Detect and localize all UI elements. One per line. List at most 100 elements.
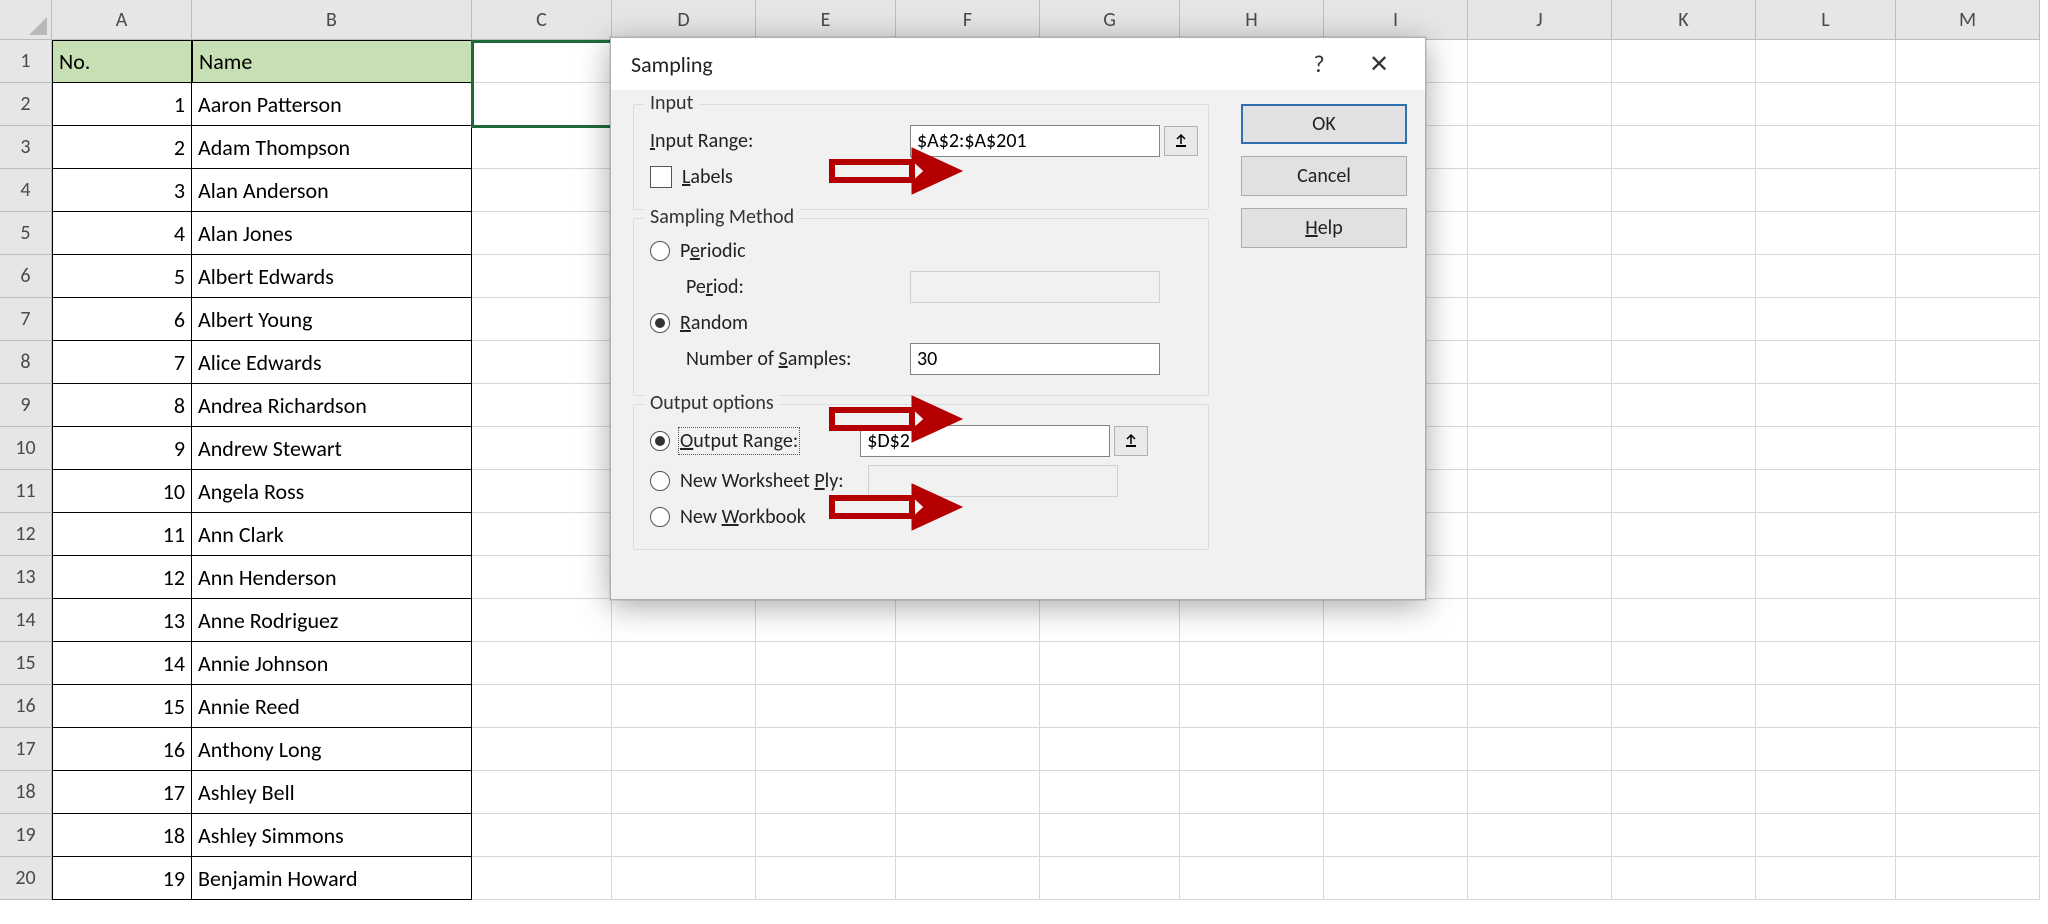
cell-C16[interactable] [472,685,612,728]
cell-C2[interactable] [472,83,612,126]
labels-checkbox[interactable]: Labels [650,165,733,189]
cell-E18[interactable] [756,771,896,814]
cell-B20[interactable]: Benjamin Howard [192,857,472,900]
cell-D16[interactable] [612,685,756,728]
cell-M13[interactable] [1896,556,2040,599]
output-range-radio[interactable]: Output Range: [650,429,798,453]
input-range-picker-button[interactable] [1164,126,1198,156]
cell-M8[interactable] [1896,341,2040,384]
cancel-button[interactable]: Cancel [1241,156,1407,196]
cell-M11[interactable] [1896,470,2040,513]
cell-B19[interactable]: Ashley Simmons [192,814,472,857]
row-header[interactable]: 16 [0,685,52,728]
dialog-close-button[interactable]: ✕ [1349,38,1409,90]
col-header-B[interactable]: B [192,0,472,40]
cell-H14[interactable] [1180,599,1324,642]
cell-J11[interactable] [1468,470,1612,513]
cell-M20[interactable] [1896,857,2040,900]
col-header-G[interactable]: G [1040,0,1180,40]
cell-B1[interactable]: Name [192,40,472,83]
cell-J20[interactable] [1468,857,1612,900]
cell-L14[interactable] [1756,599,1896,642]
cell-L10[interactable] [1756,427,1896,470]
cell-B9[interactable]: Andrea Richardson [192,384,472,427]
input-range-field[interactable] [910,125,1160,157]
cell-D14[interactable] [612,599,756,642]
cell-M9[interactable] [1896,384,2040,427]
cell-I20[interactable] [1324,857,1468,900]
row-header[interactable]: 10 [0,427,52,470]
cell-M3[interactable] [1896,126,2040,169]
cell-F17[interactable] [896,728,1040,771]
cell-L11[interactable] [1756,470,1896,513]
cell-K11[interactable] [1612,470,1756,513]
cell-L3[interactable] [1756,126,1896,169]
cell-L9[interactable] [1756,384,1896,427]
cell-B12[interactable]: Ann Clark [192,513,472,556]
cell-L17[interactable] [1756,728,1896,771]
cell-J8[interactable] [1468,341,1612,384]
row-header[interactable]: 5 [0,212,52,255]
col-header-J[interactable]: J [1468,0,1612,40]
cell-G17[interactable] [1040,728,1180,771]
cell-I18[interactable] [1324,771,1468,814]
cell-G18[interactable] [1040,771,1180,814]
cell-J10[interactable] [1468,427,1612,470]
cell-K2[interactable] [1612,83,1756,126]
cell-G19[interactable] [1040,814,1180,857]
cell-A14[interactable]: 13 [52,599,192,642]
cell-B16[interactable]: Annie Reed [192,685,472,728]
cell-J9[interactable] [1468,384,1612,427]
cell-A10[interactable]: 9 [52,427,192,470]
cell-K4[interactable] [1612,169,1756,212]
row-header[interactable]: 6 [0,255,52,298]
cell-A5[interactable]: 4 [52,212,192,255]
cell-M4[interactable] [1896,169,2040,212]
cell-J7[interactable] [1468,298,1612,341]
cell-A3[interactable]: 2 [52,126,192,169]
cell-C13[interactable] [472,556,612,599]
cell-K5[interactable] [1612,212,1756,255]
cell-C6[interactable] [472,255,612,298]
new-worksheet-radio[interactable]: New Worksheet Ply: [650,469,844,493]
cell-C1[interactable] [472,40,612,83]
cell-J18[interactable] [1468,771,1612,814]
cell-L2[interactable] [1756,83,1896,126]
cell-B14[interactable]: Anne Rodriguez [192,599,472,642]
cell-J16[interactable] [1468,685,1612,728]
cell-K12[interactable] [1612,513,1756,556]
cell-L6[interactable] [1756,255,1896,298]
cell-K1[interactable] [1612,40,1756,83]
cell-M6[interactable] [1896,255,2040,298]
cell-B15[interactable]: Annie Johnson [192,642,472,685]
cell-J14[interactable] [1468,599,1612,642]
cell-K18[interactable] [1612,771,1756,814]
row-header[interactable]: 4 [0,169,52,212]
cell-L15[interactable] [1756,642,1896,685]
cell-L20[interactable] [1756,857,1896,900]
cell-B3[interactable]: Adam Thompson [192,126,472,169]
cell-D20[interactable] [612,857,756,900]
cell-H16[interactable] [1180,685,1324,728]
cell-J1[interactable] [1468,40,1612,83]
cell-K7[interactable] [1612,298,1756,341]
cell-K17[interactable] [1612,728,1756,771]
cell-C4[interactable] [472,169,612,212]
row-header[interactable]: 13 [0,556,52,599]
row-header[interactable]: 7 [0,298,52,341]
cell-B8[interactable]: Alice Edwards [192,341,472,384]
cell-K14[interactable] [1612,599,1756,642]
cell-L4[interactable] [1756,169,1896,212]
row-header[interactable]: 17 [0,728,52,771]
cell-K3[interactable] [1612,126,1756,169]
cell-A13[interactable]: 12 [52,556,192,599]
cell-E16[interactable] [756,685,896,728]
cell-C10[interactable] [472,427,612,470]
cell-B6[interactable]: Albert Edwards [192,255,472,298]
cell-C11[interactable] [472,470,612,513]
row-header[interactable]: 1 [0,40,52,83]
cell-A15[interactable]: 14 [52,642,192,685]
row-header[interactable]: 11 [0,470,52,513]
col-header-C[interactable]: C [472,0,612,40]
cell-E17[interactable] [756,728,896,771]
